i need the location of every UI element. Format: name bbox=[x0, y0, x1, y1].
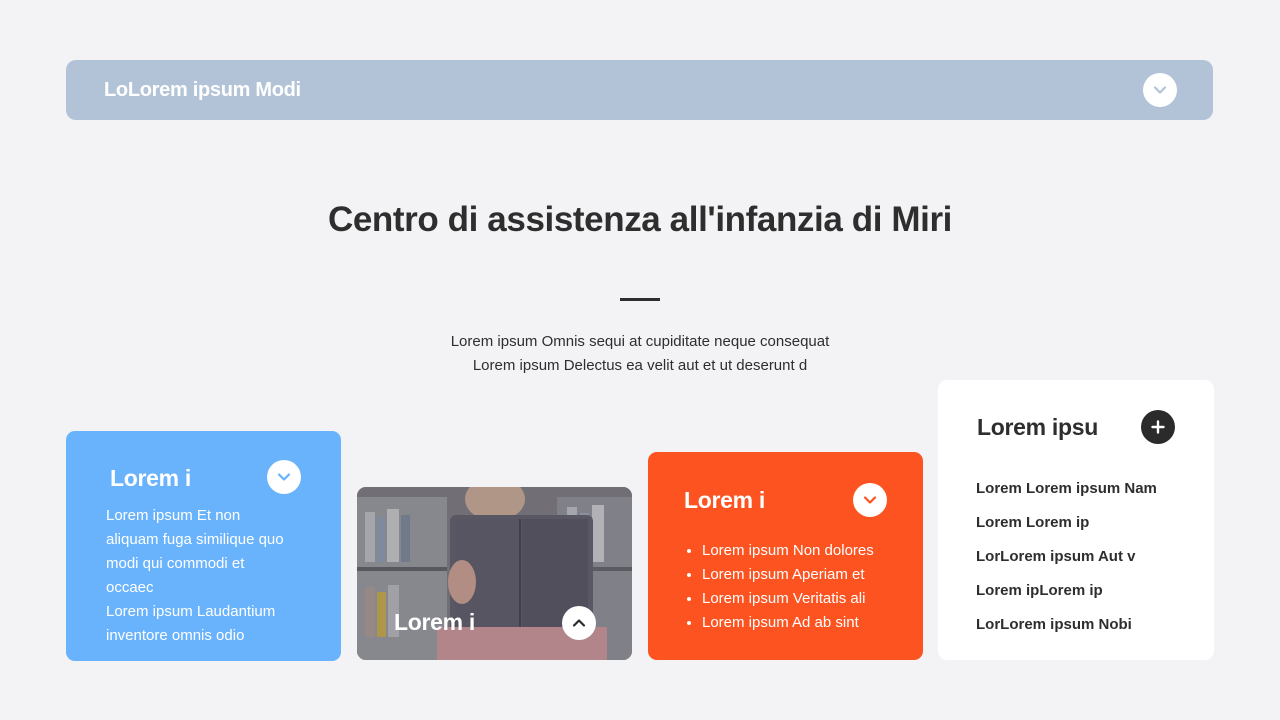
card-title: Lorem i bbox=[110, 465, 191, 491]
plus-icon[interactable] bbox=[1141, 410, 1175, 444]
card-orange[interactable]: Lorem i Lorem ipsum Non dolores Lorem ip… bbox=[648, 452, 923, 660]
link-item[interactable]: Lorem Lorem ipsum Nam bbox=[976, 478, 1157, 512]
title-divider bbox=[620, 298, 660, 301]
card-white[interactable]: Lorem ipsu Lorem Lorem ipsum Nam Lorem L… bbox=[938, 380, 1214, 660]
chevron-down-icon[interactable] bbox=[1143, 73, 1177, 107]
link-list: Lorem Lorem ipsum Nam Lorem Lorem ip Lor… bbox=[976, 478, 1157, 648]
accordion-title: LoLorem ipsum Modi bbox=[104, 78, 301, 101]
list-item: Lorem ipsum Ad ab sint bbox=[702, 611, 874, 635]
card-line: inventore omnis odio bbox=[106, 627, 245, 644]
card-line: occaec bbox=[106, 579, 154, 596]
link-item[interactable]: Lorem Lorem ip bbox=[976, 512, 1157, 546]
chevron-up-icon[interactable] bbox=[562, 606, 596, 640]
list-item: Lorem ipsum Veritatis ali bbox=[702, 587, 874, 611]
intro-line: Lorem ipsum Omnis sequi at cupiditate ne… bbox=[450, 333, 830, 350]
card-blue[interactable]: Lorem i Lorem ipsum Et non aliquam fuga … bbox=[66, 431, 341, 661]
card-title: Lorem i bbox=[394, 609, 475, 635]
intro-text: Lorem ipsum Omnis sequi at cupiditate ne… bbox=[340, 330, 940, 378]
link-item[interactable]: Lorem ipLorem ip bbox=[976, 580, 1157, 614]
card-line: aliquam fuga similique quo bbox=[106, 531, 284, 548]
card-line: Lorem ipsum Laudantium bbox=[106, 603, 276, 620]
page-title: Centro di assistenza all'infanzia di Mir… bbox=[327, 200, 952, 239]
card-line: modi qui commodi et bbox=[106, 555, 245, 572]
intro-line: Lorem ipsum Delectus ea velit aut et ut … bbox=[472, 357, 808, 374]
list-item: Lorem ipsum Aperiam et bbox=[702, 563, 874, 587]
chevron-down-icon[interactable] bbox=[853, 483, 887, 517]
card-list: Lorem ipsum Non dolores Lorem ipsum Aper… bbox=[684, 539, 874, 635]
chevron-down-icon[interactable] bbox=[267, 460, 301, 494]
card-title: Lorem i bbox=[684, 487, 765, 513]
card-body: Lorem ipsum Et non aliquam fuga similiqu… bbox=[106, 504, 316, 648]
card-line: Lorem ipsum Et non bbox=[106, 507, 241, 524]
card-title: Lorem ipsu bbox=[977, 414, 1098, 440]
list-item: Lorem ipsum Non dolores bbox=[702, 539, 874, 563]
link-item[interactable]: LorLorem ipsum Aut v bbox=[976, 546, 1157, 580]
accordion-header[interactable]: LoLorem ipsum Modi bbox=[66, 60, 1213, 120]
link-item[interactable]: LorLorem ipsum Nobi bbox=[976, 614, 1157, 648]
